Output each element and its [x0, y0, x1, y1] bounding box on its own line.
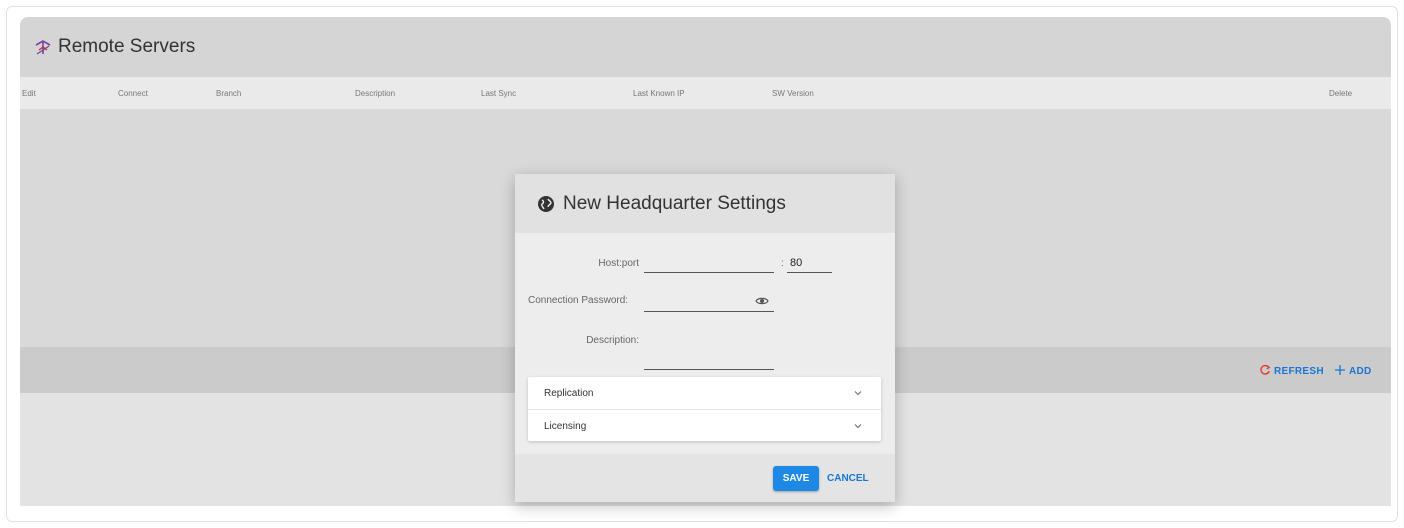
port-underline — [787, 272, 832, 273]
cancel-button[interactable]: CANCEL — [827, 466, 869, 491]
eye-icon[interactable] — [755, 294, 769, 308]
save-button[interactable]: SAVE — [773, 466, 819, 491]
chevron-down-icon — [853, 421, 863, 431]
accordion-replication[interactable]: Replication — [528, 377, 881, 409]
port-input[interactable]: 80 — [790, 257, 802, 269]
refresh-icon — [1259, 364, 1271, 379]
add-button[interactable]: ADD — [1334, 364, 1372, 379]
host-port-label: Host:port — [598, 258, 639, 269]
description-label: Description: — [586, 335, 639, 346]
column-header-branch[interactable]: Branch — [216, 89, 241, 98]
chevron-down-icon — [853, 388, 863, 398]
column-header-description[interactable]: Description — [355, 89, 395, 98]
accordion-label: Licensing — [544, 420, 587, 432]
password-label: Connection Password: — [528, 295, 629, 306]
column-header-sw-version[interactable]: SW Version — [772, 89, 814, 98]
column-header-connect[interactable]: Connect — [118, 89, 148, 98]
column-header-delete[interactable]: Delete — [1329, 89, 1352, 98]
settings-accordion: Replication Licensing — [528, 377, 881, 441]
column-header-last-known-ip[interactable]: Last Known IP — [633, 89, 685, 98]
refresh-label: REFRESH — [1274, 366, 1324, 377]
page-title: Remote Servers — [58, 36, 196, 57]
plus-icon — [1334, 364, 1346, 379]
dialog-footer: SAVE CANCEL — [515, 454, 895, 502]
refresh-button[interactable]: REFRESH — [1259, 364, 1324, 379]
app-header: Remote Servers — [20, 17, 1391, 77]
column-header-last-sync[interactable]: Last Sync — [481, 89, 516, 98]
column-header-edit[interactable]: Edit — [22, 89, 36, 98]
accordion-licensing[interactable]: Licensing — [528, 409, 881, 442]
table-header: Edit Connect Branch Description Last Syn… — [20, 77, 1391, 109]
password-input[interactable] — [644, 311, 774, 312]
dialog-title: New Headquarter Settings — [563, 192, 786, 214]
host-port-separator: : — [781, 258, 784, 269]
new-headquarter-dialog: New Headquarter Settings Host:port : 80 … — [515, 174, 895, 502]
accordion-label: Replication — [544, 387, 594, 399]
globe-icon — [537, 195, 555, 213]
description-input[interactable] — [644, 369, 774, 370]
add-label: ADD — [1349, 366, 1372, 377]
host-input[interactable] — [644, 272, 774, 273]
dialog-header: New Headquarter Settings — [515, 174, 895, 233]
antenna-icon — [33, 37, 53, 57]
